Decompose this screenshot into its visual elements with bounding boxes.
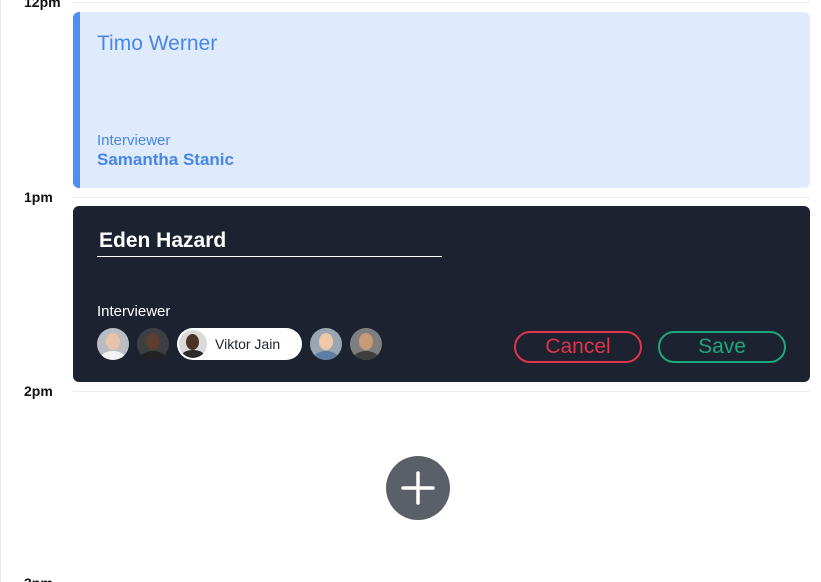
calendar-day-view: 12pm 1pm 2pm 3pm Timo Werner Interviewer… xyxy=(0,0,821,582)
candidate-name-input[interactable] xyxy=(97,226,442,257)
avatar xyxy=(179,330,207,358)
interview-event[interactable]: Timo Werner Interviewer Samantha Stanic xyxy=(73,12,810,188)
interviewer-name: Samantha Stanic xyxy=(97,150,234,169)
candidate-name: Timo Werner xyxy=(97,32,218,55)
selected-interviewer-chip[interactable]: Viktor Jain xyxy=(177,328,302,360)
interviewer-label: Interviewer xyxy=(97,303,171,320)
time-label-2pm: 2pm xyxy=(24,383,53,399)
avatar[interactable] xyxy=(350,328,382,360)
interviewer-label: Interviewer xyxy=(97,132,171,149)
time-label-12pm: 12pm xyxy=(24,0,61,10)
hour-divider xyxy=(73,2,810,3)
time-label-3pm: 3pm xyxy=(24,575,53,582)
plus-icon xyxy=(401,471,435,505)
interview-event-editor: Interviewer Viktor Jain xyxy=(73,206,810,382)
avatar[interactable] xyxy=(310,328,342,360)
cancel-button[interactable]: Cancel xyxy=(514,331,642,363)
avatar[interactable] xyxy=(137,328,169,360)
avatar[interactable] xyxy=(97,328,129,360)
add-event-button[interactable] xyxy=(386,456,450,520)
save-button[interactable]: Save xyxy=(658,331,786,363)
time-label-1pm: 1pm xyxy=(24,189,53,205)
selected-interviewer-name: Viktor Jain xyxy=(215,336,281,352)
hour-divider xyxy=(73,197,810,198)
hour-divider xyxy=(73,391,810,392)
